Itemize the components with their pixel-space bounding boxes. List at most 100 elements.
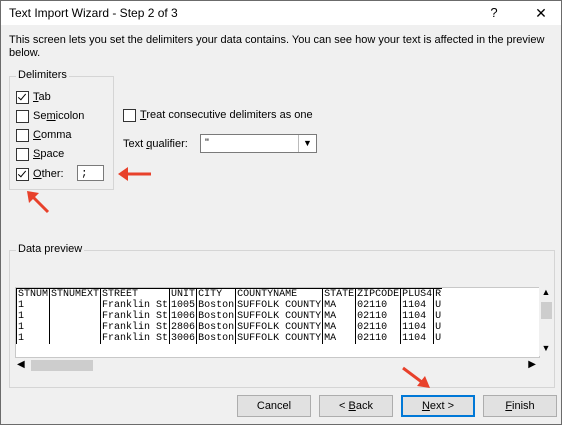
preview-cell: CITY: [196, 288, 236, 300]
preview-cell: SUFFOLK COUNTY: [235, 322, 323, 333]
preview-cell: R: [433, 288, 443, 300]
preview-cell: [49, 333, 101, 344]
semicolon-checkbox[interactable]: Semicolon: [16, 108, 84, 124]
other-label: Other:: [33, 168, 64, 180]
preview-cell: 2806: [169, 322, 197, 333]
window-title: Text Import Wizard - Step 2 of 3: [9, 6, 178, 20]
close-button[interactable]: ✕: [526, 3, 556, 23]
preview-cell: SUFFOLK COUNTY: [235, 300, 323, 311]
data-preview-grid[interactable]: STNUM STNUMEXT STREET UNIT CITY COUNTYNAME STA…: [15, 287, 540, 358]
preview-cell: 1104: [400, 311, 434, 322]
preview-cell: UNIT: [169, 288, 197, 300]
preview-cell: 1104: [400, 300, 434, 311]
preview-cell: 1005: [169, 300, 197, 311]
horizontal-scrollbar[interactable]: ◀ ▶: [15, 358, 538, 372]
preview-cell: [49, 322, 101, 333]
intro-text: This screen lets you set the delimiters …: [9, 34, 545, 59]
scroll-down-icon[interactable]: ▼: [539, 343, 553, 356]
preview-cell: 1104: [400, 333, 434, 344]
tab-checkbox[interactable]: Tab: [16, 89, 51, 105]
semicolon-checkbox-box[interactable]: [16, 109, 29, 123]
preview-cell: U: [433, 322, 443, 333]
data-preview-table: STNUM STNUMEXT STREET UNIT CITY COUNTYNAME STA…: [16, 288, 443, 344]
preview-cell: Boston: [196, 333, 236, 344]
preview-cell: 02110: [355, 300, 401, 311]
preview-cell: 1: [16, 300, 50, 311]
preview-cell: Franklin St: [100, 311, 170, 322]
back-button[interactable]: < Back: [319, 395, 393, 417]
consecutive-label: Treat consecutive delimiters as one: [140, 109, 313, 121]
chevron-down-icon[interactable]: ▼: [298, 135, 316, 152]
other-checkbox[interactable]: Other:: [16, 166, 64, 182]
text-qualifier-select[interactable]: " ▼: [200, 134, 317, 153]
preview-cell: 1104: [400, 322, 434, 333]
preview-cell: 1: [16, 333, 50, 344]
annotation-arrow-icon: [118, 167, 151, 181]
preview-cell: PLUS4: [400, 288, 434, 300]
preview-cell: 3006: [169, 333, 197, 344]
preview-cell: Franklin St: [100, 333, 170, 344]
other-delimiter-input[interactable]: ;: [77, 165, 104, 181]
text-import-wizard-dialog: Text Import Wizard - Step 2 of 3 ? ✕ Thi…: [0, 0, 562, 425]
scroll-up-icon[interactable]: ▲: [539, 287, 553, 300]
vertical-scroll-thumb[interactable]: [541, 302, 552, 319]
vertical-scrollbar[interactable]: ▲ ▼: [539, 287, 553, 356]
delimiters-legend: Delimiters: [16, 69, 69, 81]
preview-cell: MA: [322, 300, 356, 311]
preview-cell: MA: [322, 322, 356, 333]
preview-cell: Franklin St: [100, 300, 170, 311]
preview-data-row: 1 Franklin St 1006 Boston SUFFOLK COUNTY MA 02…: [16, 311, 443, 322]
scroll-right-icon[interactable]: ▶: [524, 358, 536, 372]
title-bar: Text Import Wizard - Step 2 of 3 ? ✕: [1, 1, 561, 25]
consecutive-delimiters-checkbox[interactable]: Treat consecutive delimiters as one: [123, 107, 313, 123]
next-button[interactable]: Next >: [401, 395, 475, 417]
preview-cell: SUFFOLK COUNTY: [235, 311, 323, 322]
annotation-arrow-icon: [402, 366, 430, 388]
preview-cell: STATE: [322, 288, 356, 300]
scroll-left-icon[interactable]: ◀: [17, 358, 29, 372]
help-button[interactable]: ?: [479, 3, 509, 23]
data-preview-group: Data preview STNUM STNUMEXT STREET UNIT CITY…: [9, 243, 555, 388]
preview-data-row: 1 Franklin St 2806 Boston SUFFOLK COUNTY MA 02…: [16, 322, 443, 333]
preview-cell: 02110: [355, 333, 401, 344]
preview-cell: 1: [16, 322, 50, 333]
preview-header-row: STNUM STNUMEXT STREET UNIT CITY COUNTYNAME STA…: [16, 288, 443, 300]
preview-cell: Boston: [196, 311, 236, 322]
preview-cell: MA: [322, 333, 356, 344]
comma-label: Comma: [33, 129, 72, 141]
text-qualifier-value: ": [205, 137, 209, 149]
tab-checkbox-box[interactable]: [16, 90, 29, 104]
horizontal-scroll-thumb[interactable]: [31, 360, 93, 371]
preview-cell: U: [433, 333, 443, 344]
preview-data-row: 1 Franklin St 1005 Boston SUFFOLK COUNTY MA 02…: [16, 300, 443, 311]
finish-button[interactable]: Finish: [483, 395, 557, 417]
space-label: Space: [33, 148, 65, 160]
space-checkbox[interactable]: Space: [16, 146, 64, 162]
comma-checkbox[interactable]: Comma: [16, 127, 72, 143]
preview-cell: 02110: [355, 311, 401, 322]
text-qualifier-label: Text qualifier:: [123, 138, 188, 150]
preview-cell: U: [433, 300, 443, 311]
cancel-button[interactable]: Cancel: [237, 395, 311, 417]
preview-cell: SUFFOLK COUNTY: [235, 333, 323, 344]
annotation-arrow-icon: [27, 191, 50, 214]
other-checkbox-box[interactable]: [16, 167, 29, 181]
preview-cell: U: [433, 311, 443, 322]
preview-cell: 1: [16, 311, 50, 322]
tab-label: Tab: [33, 91, 51, 103]
preview-cell: MA: [322, 311, 356, 322]
preview-cell: STNUM: [16, 288, 50, 300]
comma-checkbox-box[interactable]: [16, 128, 29, 142]
preview-cell: [49, 300, 101, 311]
preview-cell: Boston: [196, 300, 236, 311]
preview-cell: STREET: [100, 288, 170, 300]
consecutive-checkbox-box[interactable]: [123, 108, 136, 122]
preview-cell: [49, 311, 101, 322]
preview-cell: 02110: [355, 322, 401, 333]
preview-cell: Franklin St: [100, 322, 170, 333]
preview-cell: STNUMEXT: [49, 288, 101, 300]
preview-cell: ZIPCODE: [355, 288, 401, 300]
preview-cell: 1006: [169, 311, 197, 322]
semicolon-label: Semicolon: [33, 110, 85, 122]
space-checkbox-box[interactable]: [16, 147, 29, 161]
